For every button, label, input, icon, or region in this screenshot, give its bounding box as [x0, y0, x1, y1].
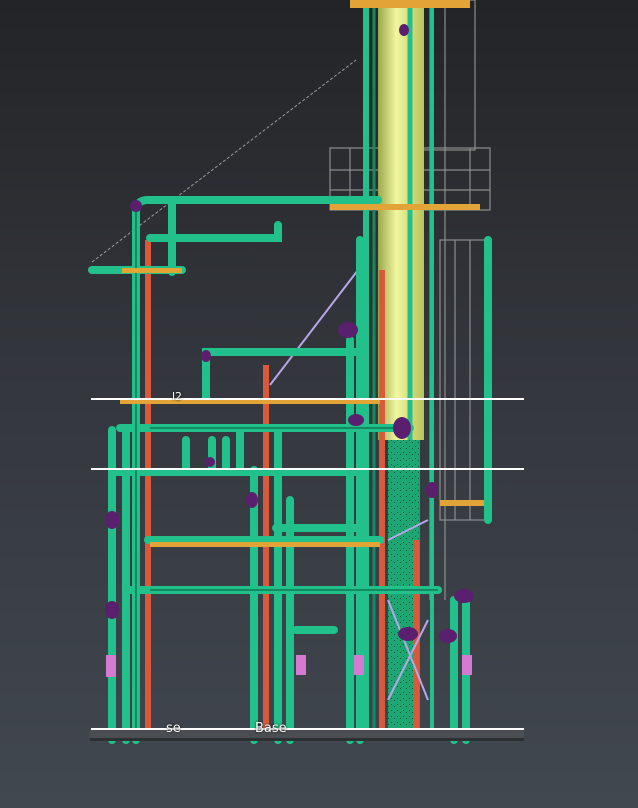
point-cloud-scene[interactable]: [0, 0, 638, 808]
level-label-base: Base: [255, 721, 287, 736]
level-label-se: se: [166, 721, 181, 736]
level-label-l2: l2: [172, 390, 183, 403]
level-planes: [91, 398, 524, 730]
point-cloud-viewport[interactable]: Base se l2: [0, 0, 638, 808]
guy-wire: [91, 59, 357, 263]
